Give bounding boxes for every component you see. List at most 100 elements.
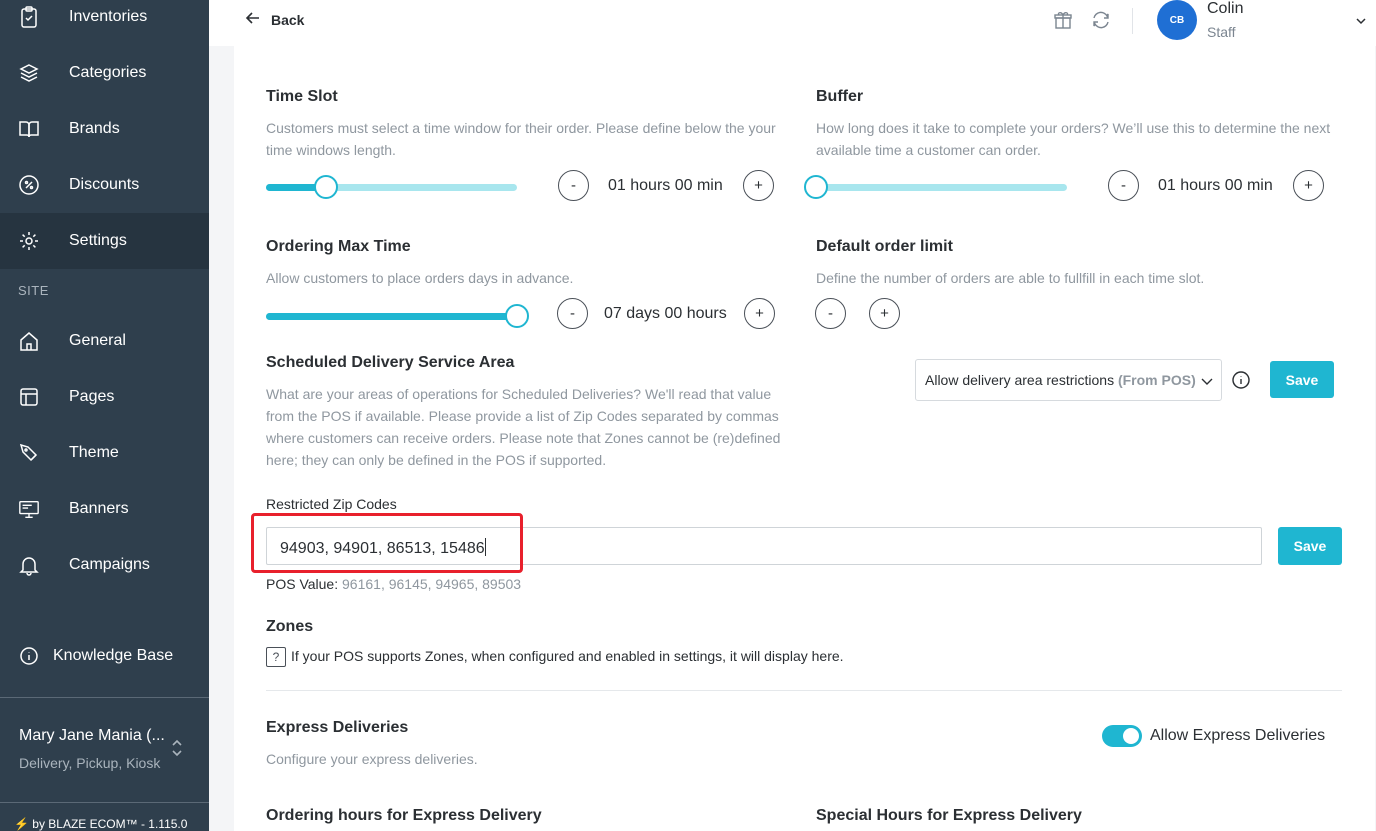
sidebar-item-label: Settings — [69, 232, 127, 249]
gift-icon[interactable] — [1053, 10, 1073, 30]
sidebar-item-categories[interactable]: Categories — [0, 45, 209, 101]
default-order-limit-title: Default order limit — [816, 238, 953, 255]
sidebar-item-label: Theme — [69, 444, 119, 461]
ordering-max-time-description: Allow customers to place orders days in … — [266, 270, 574, 286]
percent-icon — [18, 174, 40, 196]
bell-icon — [18, 554, 40, 576]
chevron-updown-icon[interactable] — [170, 737, 184, 759]
sidebar-item-label: Brands — [69, 120, 120, 137]
back-button[interactable]: Back — [245, 10, 304, 29]
info-icon[interactable] — [1232, 371, 1250, 389]
home-icon — [18, 330, 40, 352]
layers-icon — [18, 62, 40, 84]
zones-title: Zones — [266, 618, 314, 635]
brush-icon — [18, 442, 40, 464]
store-switcher[interactable]: Mary Jane Mania (... Delivery, Pickup, K… — [19, 727, 165, 771]
store-name: Mary Jane Mania (... — [19, 727, 165, 744]
user-role: Staff — [1207, 24, 1236, 40]
sidebar-item-label: Campaigns — [69, 556, 150, 573]
sidebar-item-inventories[interactable]: Inventories — [0, 0, 209, 45]
avatar[interactable]: CB — [1157, 0, 1197, 40]
top-bar: Back CB Colin Staff — [209, 0, 1376, 46]
sidebar-item-campaigns[interactable]: Campaigns — [0, 537, 209, 593]
slider-thumb[interactable] — [505, 304, 529, 328]
zones-text: If your POS supports Zones, when configu… — [291, 648, 844, 664]
buffer-description: How long does it take to complete your o… — [816, 120, 1331, 158]
time-slot-value: 01 hours 00 min — [608, 177, 723, 194]
buffer-value: 01 hours 00 min — [1158, 177, 1273, 194]
sidebar-item-label: Discounts — [69, 176, 140, 193]
info-icon — [19, 646, 39, 666]
express-special-hours-title: Special Hours for Express Delivery — [816, 807, 1082, 824]
sidebar-item-settings[interactable]: Settings — [0, 213, 209, 269]
save-area-button[interactable]: Save — [1270, 361, 1334, 398]
arrow-left-icon — [245, 10, 261, 29]
time-slot-title: Time Slot — [266, 88, 338, 105]
buffer-decrement-button[interactable]: - — [1108, 170, 1139, 201]
ordering-max-time-increment-button[interactable]: + — [744, 298, 775, 329]
question-icon: ? — [266, 647, 286, 667]
knowledge-base-link[interactable]: Knowledge Base — [0, 632, 209, 680]
express-toggle-label: Allow Express Deliveries — [1150, 727, 1326, 744]
ordering-max-time-value: 07 days 00 hours — [604, 305, 727, 322]
time-slot-decrement-button[interactable]: - — [558, 170, 589, 201]
knowledge-base-label: Knowledge Base — [53, 647, 174, 664]
select-value: Allow delivery area restrictions (From P… — [925, 372, 1196, 388]
book-icon — [18, 118, 40, 140]
sidebar-item-theme[interactable]: Theme — [0, 425, 209, 481]
chevron-down-icon[interactable] — [1355, 14, 1367, 26]
buffer-title: Buffer — [816, 88, 864, 105]
settings-card: Time Slot Customers must select a time w… — [234, 46, 1375, 831]
time-slot-description: Customers must select a time window for … — [266, 120, 776, 158]
express-description: Configure your express deliveries. — [266, 751, 478, 767]
ordering-max-time-title: Ordering Max Time — [266, 238, 411, 255]
layout-icon — [18, 386, 40, 408]
section-divider — [266, 690, 1342, 691]
ordering-max-time-slider[interactable] — [266, 304, 529, 328]
user-name[interactable]: Colin — [1207, 0, 1243, 18]
sidebar-divider — [0, 802, 209, 803]
chevron-down-icon — [1201, 374, 1213, 386]
order-limit-increment-button[interactable]: + — [869, 298, 900, 329]
toggle-knob — [1123, 728, 1139, 744]
sidebar-item-pages[interactable]: Pages — [0, 369, 209, 425]
express-ordering-hours-title: Ordering hours for Express Delivery — [266, 807, 542, 824]
slider-thumb[interactable] — [804, 175, 828, 199]
sidebar-item-label: General — [69, 332, 126, 349]
sidebar-item-label: Pages — [69, 388, 115, 405]
slider-fill — [266, 313, 517, 320]
refresh-icon[interactable] — [1091, 10, 1111, 30]
sidebar-item-label: Banners — [69, 500, 129, 517]
express-toggle[interactable] — [1102, 725, 1142, 747]
slider-thumb[interactable] — [314, 175, 339, 199]
ordering-max-time-decrement-button[interactable]: - — [557, 298, 588, 329]
app-version: ⚡ by BLAZE ECOM™ - 1.115.0 — [14, 817, 188, 831]
sidebar-item-banners[interactable]: Banners — [0, 481, 209, 537]
time-slot-increment-button[interactable]: + — [743, 170, 774, 201]
buffer-increment-button[interactable]: + — [1293, 170, 1324, 201]
sidebar-item-brands[interactable]: Brands — [0, 101, 209, 157]
store-modes: Delivery, Pickup, Kiosk — [19, 755, 161, 771]
sidebar-item-label: Categories — [69, 64, 147, 81]
save-zip-button[interactable]: Save — [1278, 527, 1342, 565]
delivery-restriction-select[interactable]: Allow delivery area restrictions (From P… — [915, 359, 1222, 401]
monitor-icon — [18, 498, 40, 520]
time-slot-slider[interactable] — [266, 175, 517, 199]
sidebar-item-discounts[interactable]: Discounts — [0, 157, 209, 213]
sidebar-item-label: Inventories — [69, 8, 148, 25]
express-title: Express Deliveries — [266, 719, 409, 736]
scheduled-area-title: Scheduled Delivery Service Area — [266, 354, 515, 371]
scheduled-area-description: What are your areas of operations for Sc… — [266, 386, 781, 468]
buffer-slider[interactable] — [804, 175, 1067, 199]
gear-icon — [18, 230, 40, 252]
sidebar-divider — [0, 697, 209, 698]
back-label: Back — [271, 11, 305, 28]
clipboard-icon — [18, 6, 40, 28]
restricted-zip-label: Restricted Zip Codes — [266, 496, 397, 512]
topbar-divider — [1132, 8, 1133, 34]
sidebar: Inventories Categories Brands Discounts … — [0, 0, 209, 831]
default-order-limit-description: Define the number of orders are able to … — [816, 270, 1205, 286]
order-limit-decrement-button[interactable]: - — [815, 298, 846, 329]
sidebar-item-general[interactable]: General — [0, 313, 209, 369]
sidebar-section-label: SITE — [18, 283, 49, 298]
